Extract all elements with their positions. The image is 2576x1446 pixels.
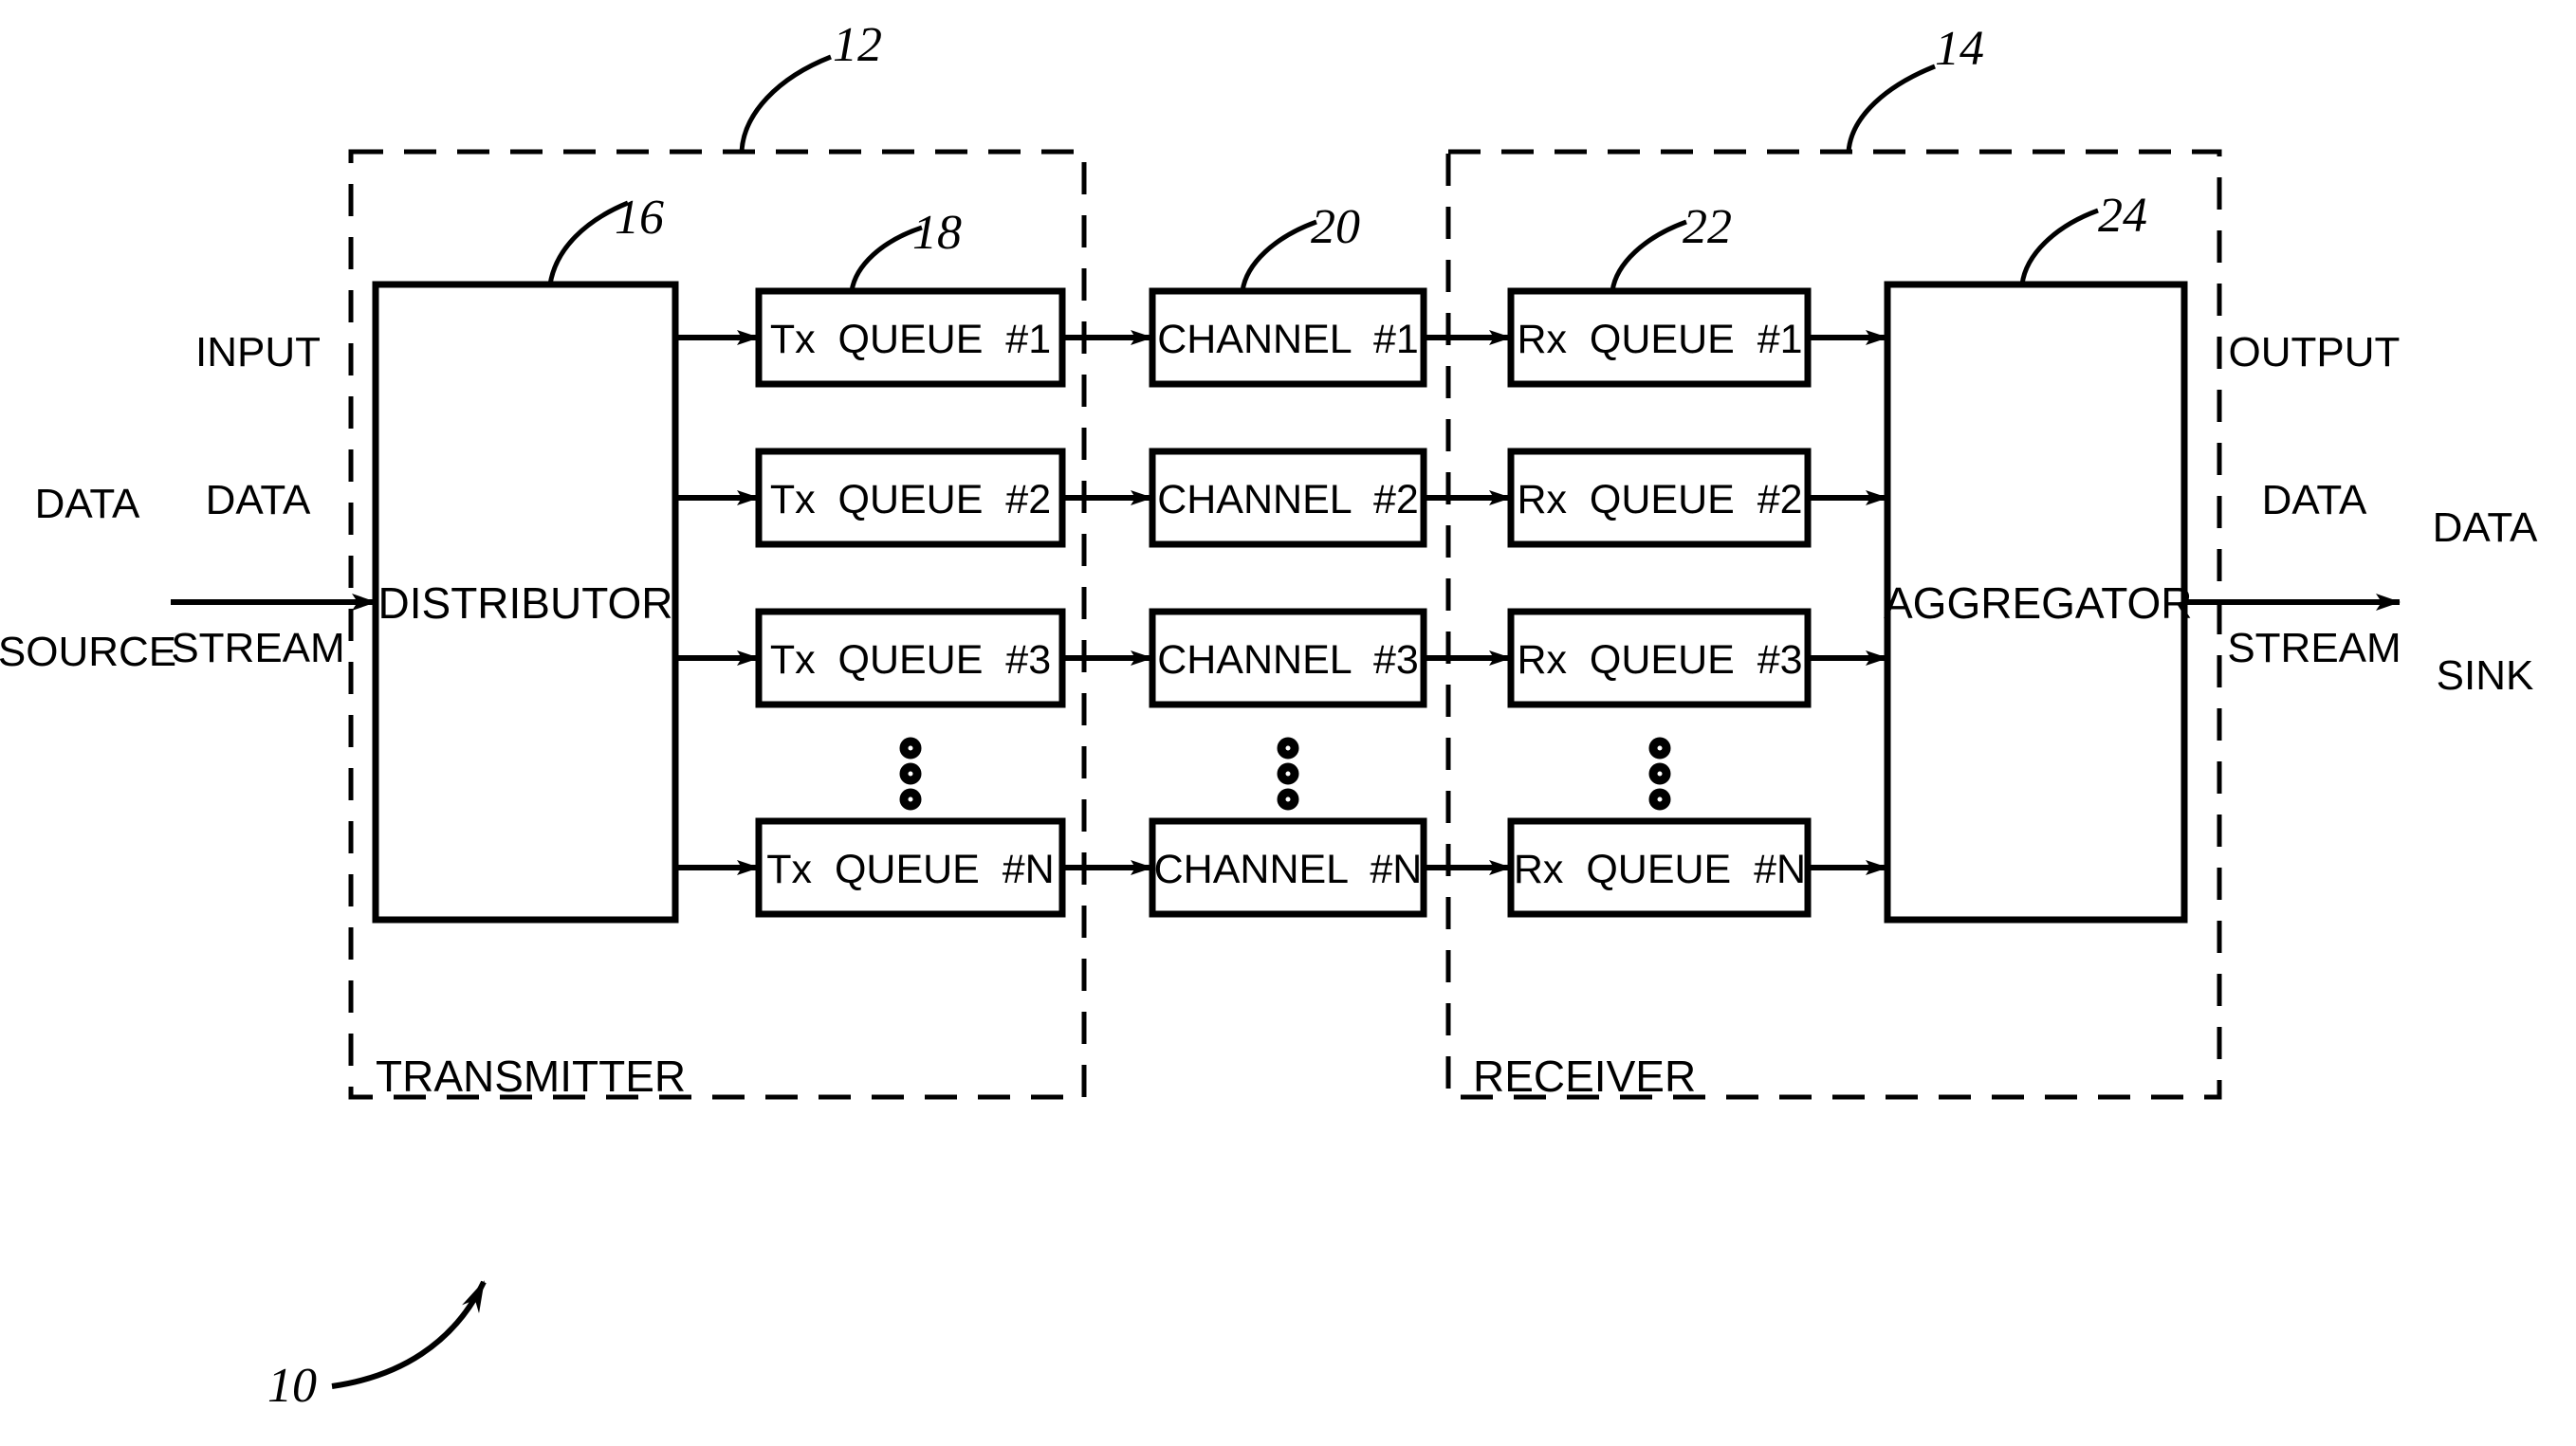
transmitter-zone-label: TRANSMITTER [376, 1052, 687, 1101]
output-data-stream-label: OUTPUT DATA STREAM [2181, 229, 2447, 772]
distributor-label: DISTRIBUTOR [377, 578, 673, 628]
channel-ellipsis [1277, 737, 1299, 811]
rx-queue-label-3: Rx QUEUE #3 [1517, 637, 1803, 683]
tx-queue-label-3: Tx QUEUE #3 [769, 637, 1052, 683]
channel-label-1: CHANNEL #1 [1157, 317, 1419, 362]
ref-numeral-24: 24 [2098, 189, 2147, 243]
leader-line-24 [2019, 208, 2099, 285]
tx-queue-label-2: Tx QUEUE #2 [769, 477, 1052, 522]
rx-queue-label-2: Rx QUEUE #2 [1517, 477, 1803, 522]
leader-line-10 [331, 1280, 487, 1389]
leader-line-12 [739, 54, 832, 153]
channel-label-2: CHANNEL #2 [1157, 477, 1419, 522]
ref-numeral-20: 20 [1311, 200, 1360, 254]
aggregator-label: AGGREGATOR [1884, 578, 2193, 628]
rx-queue-label-1: Rx QUEUE #1 [1517, 317, 1803, 362]
input-stream-line-3: STREAM [171, 625, 345, 671]
input-stream-line-1: INPUT [195, 329, 321, 375]
ref-numeral-14: 14 [1935, 22, 1984, 76]
leader-line-22 [1610, 219, 1687, 292]
ref-numeral-12: 12 [833, 18, 882, 72]
leader-line-20 [1240, 219, 1317, 292]
leader-line-14 [1846, 64, 1936, 153]
tx-queue-label-4: Tx QUEUE #N [766, 847, 1055, 892]
rx-queue-label-4: Rx QUEUE #N [1513, 847, 1807, 892]
output-stream-line-3: STREAM [2227, 625, 2401, 671]
output-stream-line-2: DATA [2261, 477, 2367, 523]
channel-label-4: CHANNEL #N [1153, 847, 1423, 892]
leader-line-18 [849, 225, 923, 292]
input-stream-line-2: DATA [205, 477, 311, 523]
ref-numeral-22: 22 [1683, 200, 1732, 254]
ref-numeral-10: 10 [267, 1359, 317, 1413]
tx-queue-label-1: Tx QUEUE #1 [769, 317, 1052, 362]
rx-queue-ellipsis [1648, 737, 1671, 811]
input-data-stream-label: INPUT DATA STREAM [135, 229, 381, 772]
ref-numeral-16: 16 [615, 191, 664, 245]
channel-label-3: CHANNEL #3 [1157, 637, 1419, 683]
ref-numeral-18: 18 [912, 206, 962, 260]
receiver-zone-label: RECEIVER [1473, 1052, 1697, 1101]
tx-queue-ellipsis [899, 737, 922, 811]
output-stream-line-1: OUTPUT [2228, 329, 2401, 375]
figure-canvas: DATA SOURCE DATA SINK INPUT DATA STREAM … [0, 0, 2576, 1446]
